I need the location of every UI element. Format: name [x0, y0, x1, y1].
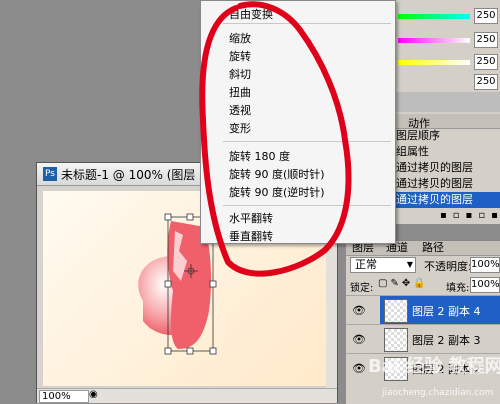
opacity-field[interactable]: 100%: [470, 257, 500, 273]
color-value-1[interactable]: 250: [474, 8, 498, 24]
fill-field[interactable]: 100%: [470, 277, 500, 293]
panel-gap: [396, 92, 500, 112]
layer-thumbnail: [384, 328, 408, 352]
menu-separator: [223, 141, 391, 142]
menu-separator: [223, 23, 391, 24]
status-arrow-icon[interactable]: ◉: [89, 389, 98, 400]
menu-item-scale[interactable]: 缩放: [229, 30, 251, 46]
menu-item-rotate-180[interactable]: 旋转 180 度: [229, 148, 290, 164]
menu-item-distort[interactable]: 扭曲: [229, 84, 251, 100]
lock-label: 锁定:: [350, 283, 374, 294]
zoom-field[interactable]: 100%: [39, 390, 89, 403]
transform-handle: [186, 213, 194, 221]
menu-item-perspective[interactable]: 透视: [229, 102, 251, 118]
tab-paths[interactable]: 路径: [418, 241, 448, 255]
photoshop-doc-icon: Ps: [43, 167, 57, 181]
chevron-down-icon: ▼: [406, 260, 413, 269]
transform-handle: [164, 347, 172, 355]
eye-icon[interactable]: 👁: [352, 362, 366, 375]
layer-name: 图层 2 副本 3: [412, 334, 481, 347]
transform-handle: [209, 347, 217, 355]
actions-panel: 动作 图层顺序 组属性 通过拷贝的图层 通过拷贝的图层 通过拷贝的图层 ▪▫▪▫…: [380, 112, 500, 224]
fill-label: 填充:: [446, 283, 470, 294]
color-value-4[interactable]: 250: [474, 74, 498, 90]
action-item[interactable]: 通过拷贝的图层: [396, 176, 500, 192]
menu-item-rotate-90-ccw[interactable]: 旋转 90 度(逆时针): [229, 184, 325, 200]
action-item[interactable]: 图层顺序: [396, 128, 500, 144]
menu-item-flip-horizontal[interactable]: 水平翻转: [229, 210, 273, 226]
transform-handle: [164, 213, 172, 221]
blend-mode-value: 正常: [355, 258, 377, 271]
color-value-2[interactable]: 250: [474, 32, 498, 48]
watermark-url: jiaocheng.chazidian.com: [382, 388, 494, 398]
menu-item-skew[interactable]: 斜切: [229, 66, 251, 82]
menu-item-free-transform[interactable]: 自由变换: [229, 6, 273, 22]
color-slider-1[interactable]: [398, 14, 470, 19]
action-item[interactable]: 组属性: [396, 144, 500, 160]
transform-handle: [209, 280, 217, 288]
actions-tab-bar: 动作: [382, 114, 500, 130]
menu-item-rotate-90-cw[interactable]: 旋转 90 度(顺时针): [229, 166, 325, 182]
actions-toolbar-icons[interactable]: ▪▫▪▫▪: [440, 210, 500, 221]
menu-item-flip-vertical[interactable]: 垂直翻转: [229, 228, 273, 244]
layer-row[interactable]: 👁 图层 2 副本 4: [346, 295, 500, 324]
color-slider-2[interactable]: [398, 38, 470, 43]
layer-row[interactable]: 👁 图层 2 副本 3: [346, 324, 500, 353]
eye-icon[interactable]: 👁: [352, 333, 366, 346]
transform-handle: [186, 347, 194, 355]
menu-item-warp[interactable]: 变形: [229, 120, 251, 136]
watermark-text: Bai 经验 教程网: [368, 356, 500, 377]
transform-handle: [164, 280, 172, 288]
lock-icons[interactable]: ▢✎✥🔒: [378, 278, 429, 289]
action-item-selected[interactable]: 通过拷贝的图层: [396, 192, 500, 208]
eye-icon[interactable]: 👁: [352, 304, 366, 317]
status-bar: 100% ◉: [37, 388, 337, 403]
blend-mode-select[interactable]: 正常 ▼: [350, 257, 416, 273]
color-panel: 250 250 250 250: [396, 0, 500, 92]
color-value-3[interactable]: 250: [474, 54, 498, 70]
layer-thumbnail: [384, 299, 408, 323]
transform-submenu: 自由变换 缩放 旋转 斜切 扭曲 透视 变形 旋转 180 度 旋转 90 度(…: [200, 0, 396, 244]
layer-name: 图层 2 副本 4: [412, 305, 481, 318]
action-item[interactable]: 通过拷贝的图层: [396, 160, 500, 176]
menu-separator: [223, 205, 391, 206]
color-slider-3[interactable]: [398, 60, 470, 65]
layers-panel: 图层 通道 路径 正常 ▼ 不透明度: 100% 锁定: ▢✎✥🔒 填充: 10…: [346, 240, 500, 404]
menu-item-rotate[interactable]: 旋转: [229, 48, 251, 64]
opacity-label: 不透明度:: [424, 260, 472, 273]
